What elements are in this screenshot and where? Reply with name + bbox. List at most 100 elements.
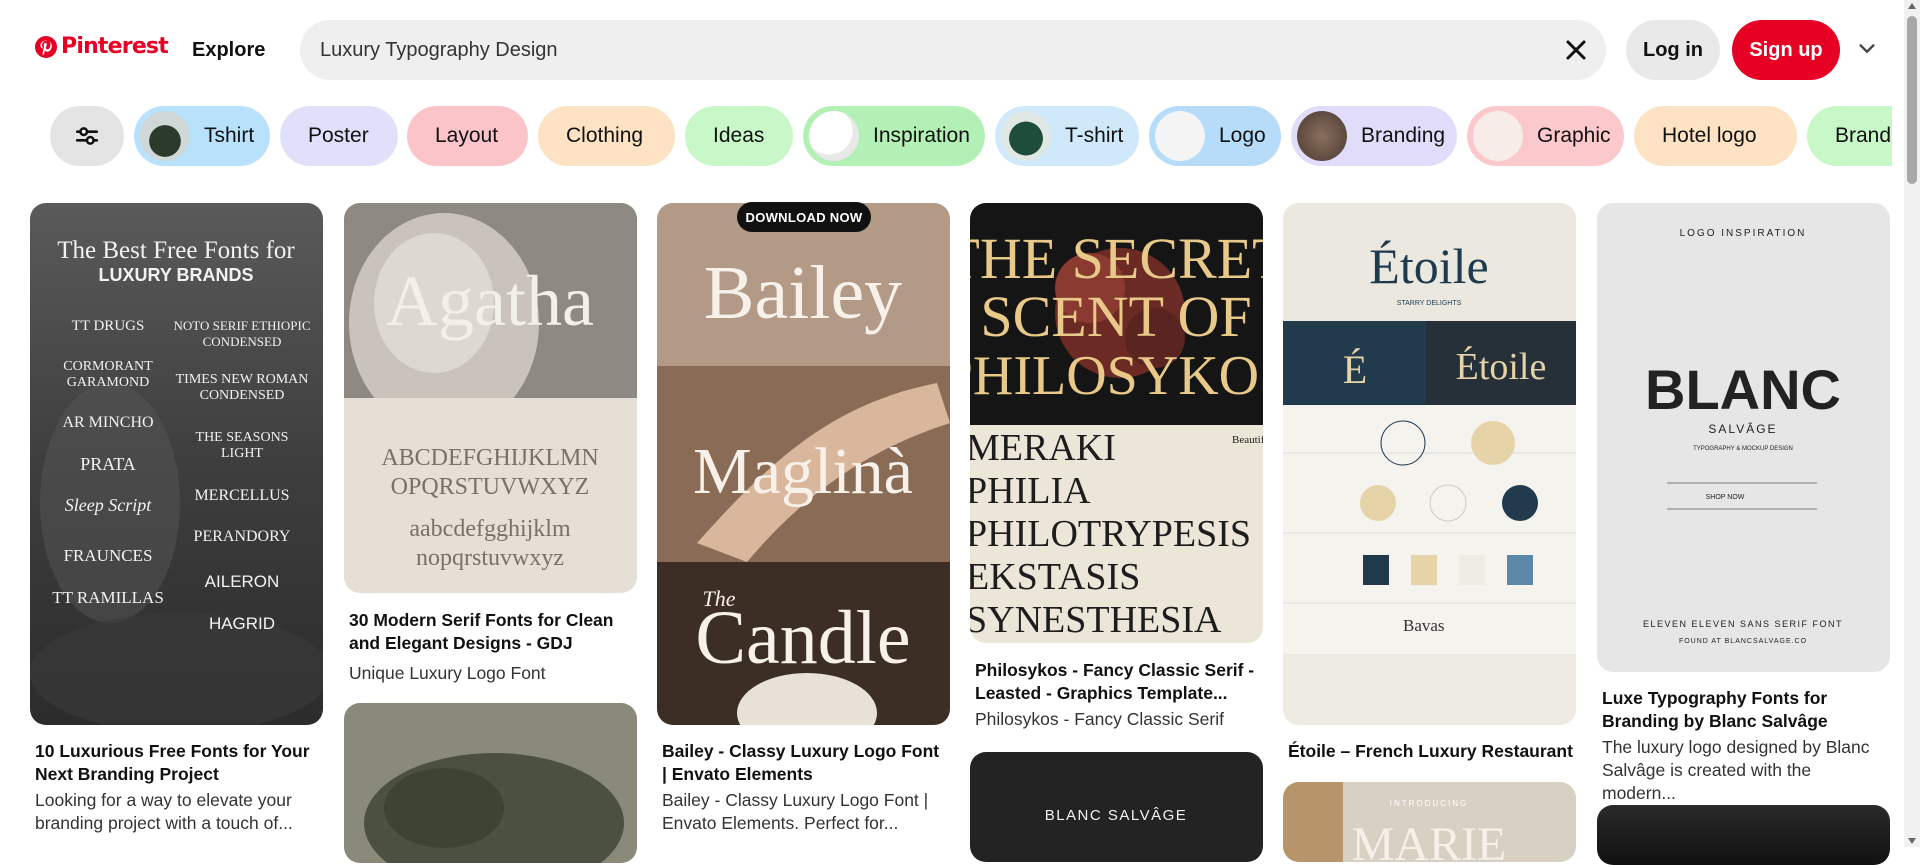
pin-title[interactable]: Étoile – French Luxury Restaurant (1288, 740, 1573, 763)
login-button[interactable]: Log in (1626, 20, 1720, 80)
svg-text:MERAKI: MERAKI (970, 427, 1116, 469)
chip-t-shirt[interactable]: T-shirt (995, 106, 1139, 166)
pinterest-logo[interactable]: Pinterest (34, 34, 169, 59)
pinterest-logo-icon (35, 35, 57, 58)
pin-title[interactable]: 30 Modern Serif Fonts for Clean and Eleg… (349, 609, 634, 655)
svg-text:SALVÂGE: SALVÂGE (1708, 421, 1777, 436)
svg-text:CORMORANT: CORMORANT (63, 359, 153, 374)
top-navigation: Pinterest Explore Log in Sign up (0, 0, 1920, 100)
svg-text:ELEVEN ELEVEN SANS SERIF FONT: ELEVEN ELEVEN SANS SERIF FONT (1643, 619, 1843, 629)
svg-text:MARIE: MARIE (1352, 818, 1507, 862)
chip-label: Tshirt (204, 124, 255, 147)
pin-title[interactable]: 10 Luxurious Free Fonts for Your Next Br… (35, 740, 320, 786)
svg-text:TIMES NEW ROMAN: TIMES NEW ROMAN (176, 372, 309, 387)
svg-text:SCENT OF: SCENT OF (980, 284, 1251, 349)
chip-poster[interactable]: Poster (280, 106, 398, 166)
svg-text:HAGRID: HAGRID (209, 614, 275, 633)
svg-text:PRATA: PRATA (80, 454, 136, 474)
page-scrollbar[interactable] (1904, 0, 1920, 847)
svg-text:É: É (1343, 347, 1367, 392)
pin-image[interactable]: BLANC SALVÂGE (970, 752, 1263, 862)
explore-link[interactable]: Explore (192, 39, 265, 62)
svg-text:PHILOSYKOS: PHILOSYKOS (970, 345, 1263, 407)
search-bar[interactable] (300, 20, 1606, 80)
pin-image[interactable]: Bailey Maglinà The Candle (657, 203, 950, 725)
svg-text:Étoile: Étoile (1456, 346, 1547, 388)
svg-text:OPQRSTUVWXYZ: OPQRSTUVWXYZ (391, 474, 590, 500)
chip-label: Layout (435, 124, 499, 147)
signup-button[interactable]: Sign up (1732, 20, 1840, 80)
chip-label: Clothing (566, 124, 644, 147)
pin-image[interactable]: LOGO INSPIRATION BLANC SALVÂGE TYPOGRAPH… (1597, 203, 1890, 672)
chip-label: Inspiration (873, 124, 970, 147)
svg-text:AILERON: AILERON (205, 572, 280, 591)
scroll-down-icon[interactable] (1908, 838, 1916, 844)
chip-thumbnail (809, 111, 859, 161)
chip-ideas[interactable]: Ideas (685, 106, 793, 166)
svg-text:FOUND AT BLANCSALVAGE.CO: FOUND AT BLANCSALVAGE.CO (1679, 638, 1807, 645)
svg-text:LOGO INSPIRATION: LOGO INSPIRATION (1680, 228, 1807, 239)
chip-branding[interactable]: Branding (1291, 106, 1457, 166)
download-badge[interactable]: DOWNLOAD NOW (737, 202, 871, 232)
svg-text:NOTO SERIF ETHIOPIC: NOTO SERIF ETHIOPIC (174, 318, 311, 333)
svg-text:PERANDORY: PERANDORY (194, 528, 291, 545)
chip-label: Logo (1219, 124, 1266, 147)
svg-text:SHOP NOW: SHOP NOW (1706, 494, 1745, 501)
pin-description: Philosykos - Fancy Classic Serif (975, 709, 1224, 729)
pin-description: Looking for a way to elevate your brandi… (35, 790, 293, 833)
pin-image[interactable]: Étoile STARRY DELIGHTS É Étoile Bavas (1283, 203, 1576, 725)
image-word: Étoile (1369, 238, 1488, 294)
chip-label: T-shirt (1065, 124, 1124, 147)
svg-text:CONDENSED: CONDENSED (203, 334, 282, 349)
svg-text:Maglinà: Maglinà (693, 435, 913, 508)
pin-image[interactable]: INTRODUCING MARIE (1283, 782, 1576, 862)
chip-inspiration[interactable]: Inspiration (803, 106, 985, 166)
svg-text:nopqrstuvwxyz: nopqrstuvwxyz (416, 545, 564, 571)
image-word: Agatha (386, 261, 594, 341)
pin-image[interactable] (344, 703, 637, 863)
chevron-down-icon[interactable] (1856, 38, 1878, 60)
chip-layout[interactable]: Layout (407, 106, 528, 166)
svg-text:LIGHT: LIGHT (221, 446, 263, 461)
image-heading: The Best Free Fonts for (57, 237, 295, 264)
chip-logo[interactable]: Logo (1149, 106, 1281, 166)
chip-hotel-logo[interactable]: Hotel logo (1634, 106, 1797, 166)
svg-text:TYPOGRAPHY & MOCKUP DESIGN: TYPOGRAPHY & MOCKUP DESIGN (1693, 446, 1793, 452)
scroll-up-icon[interactable] (1908, 3, 1916, 9)
chip-clothing[interactable]: Clothing (538, 106, 675, 166)
svg-text:Bavas: Bavas (1403, 616, 1445, 635)
suggestion-chips: Tshirt Poster Layout Clothing Ideas Insp… (0, 106, 1892, 166)
close-icon[interactable] (1564, 38, 1588, 62)
search-input[interactable] (320, 20, 1520, 80)
chip-graphic[interactable]: Graphic (1467, 106, 1624, 166)
svg-text:BLANC SALVÂGE: BLANC SALVÂGE (1045, 807, 1188, 824)
svg-text:MERCELLUS: MERCELLUS (194, 487, 289, 504)
pin-title[interactable]: Luxe Typography Fonts for Branding by Bl… (1602, 687, 1887, 733)
chip-tshirt[interactable]: Tshirt (134, 106, 270, 166)
pin-image[interactable]: The Best Free Fonts for LUXURY BRANDS TT… (30, 203, 323, 725)
svg-text:CONDENSED: CONDENSED (200, 388, 285, 403)
scrollbar-thumb[interactable] (1907, 16, 1917, 184)
svg-text:TT DRUGS: TT DRUGS (72, 318, 145, 334)
chip-branding-2[interactable]: Brandi (1807, 106, 1892, 166)
svg-text:GARAMOND: GARAMOND (67, 375, 149, 390)
pin-title[interactable]: Bailey - Classy Luxury Logo Font | Envat… (662, 740, 947, 786)
chip-thumbnail (1473, 111, 1523, 161)
pin-description: Unique Luxury Logo Font (349, 663, 546, 683)
svg-text:Candle: Candle (695, 596, 910, 680)
logo-text: Pinterest (61, 34, 169, 59)
chip-label: Poster (308, 124, 369, 147)
pin-image[interactable] (1597, 805, 1890, 865)
pin-image[interactable]: Agatha ABCDEFGHIJKLMN OPQRSTUVWXYZ aabcd… (344, 203, 637, 593)
chip-label: Branding (1361, 124, 1446, 147)
chip-label: Hotel logo (1662, 124, 1757, 147)
image-word: THE SECRET (970, 226, 1263, 291)
svg-text:SYNESTHESIA: SYNESTHESIA (970, 599, 1222, 641)
chip-thumbnail (140, 111, 190, 161)
svg-text:TT RAMILLAS: TT RAMILLAS (52, 588, 164, 607)
pin-image[interactable]: THE SECRET SCENT OF PHILOSYKOS MERAKI PH… (970, 203, 1263, 643)
svg-text:STARRY DELIGHTS: STARRY DELIGHTS (1397, 300, 1462, 307)
pin-title[interactable]: Philosykos - Fancy Classic Serif - Least… (975, 659, 1260, 705)
svg-text:EKSTASIS: EKSTASIS (970, 556, 1140, 598)
svg-text:Beautiful Green World: Beautiful Green World (1232, 434, 1263, 446)
